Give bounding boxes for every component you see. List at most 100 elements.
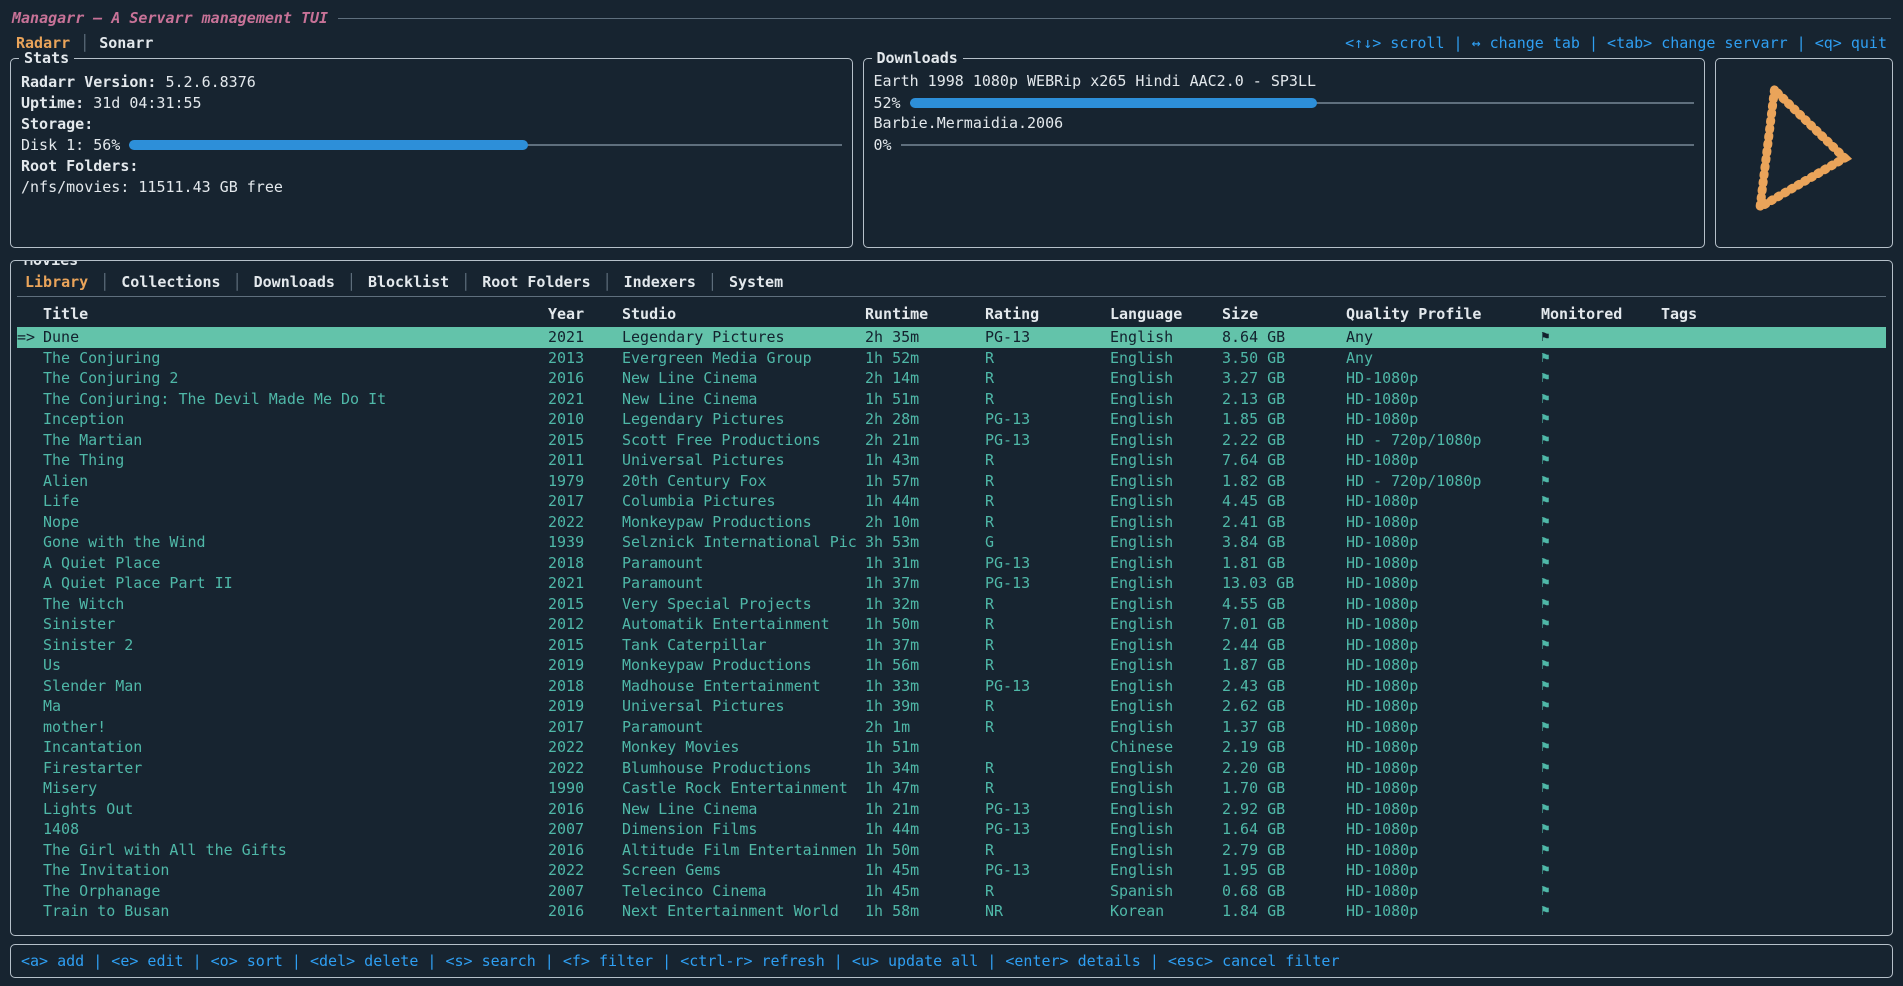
cell-size: 2.19 GB bbox=[1222, 737, 1346, 758]
monitored-flag-icon: ⚑ bbox=[1541, 758, 1661, 779]
table-row[interactable]: Nope2022Monkeypaw Productions2h 10mREngl… bbox=[17, 512, 1886, 533]
column-header-rating: Rating bbox=[985, 305, 1110, 323]
table-row[interactable]: The Conjuring 22016New Line Cinema2h 14m… bbox=[17, 368, 1886, 389]
cell-language: English bbox=[1110, 717, 1222, 738]
cell-size: 1.82 GB bbox=[1222, 471, 1346, 492]
uptime-label: Uptime: bbox=[21, 94, 84, 112]
table-row[interactable]: Sinister2012Automatik Entertainment1h 50… bbox=[17, 614, 1886, 635]
download-progress-row: 0% bbox=[874, 134, 1695, 155]
cell-studio: 20th Century Fox bbox=[622, 471, 865, 492]
cell-quality: HD-1080p bbox=[1346, 655, 1541, 676]
tab-blocklist[interactable]: Blocklist bbox=[368, 273, 449, 291]
cell-title: Misery bbox=[43, 778, 548, 799]
table-row[interactable]: Sinister 22015Tank Caterpillar1h 37mREng… bbox=[17, 635, 1886, 656]
disk-label: Disk 1: 56% bbox=[21, 136, 120, 154]
column-header-title: Title bbox=[43, 305, 548, 323]
table-row[interactable]: The Girl with All the Gifts2016Altitude … bbox=[17, 840, 1886, 861]
cell-studio: Evergreen Media Group bbox=[622, 348, 865, 369]
cell-title: Train to Busan bbox=[43, 901, 548, 922]
cell-studio: Legendary Pictures bbox=[622, 327, 865, 348]
servarr-tab-sonarr[interactable]: Sonarr bbox=[99, 34, 153, 52]
cell-studio: Dimension Films bbox=[622, 819, 865, 840]
cell-language: English bbox=[1110, 594, 1222, 615]
tab-indexers[interactable]: Indexers bbox=[624, 273, 696, 291]
tab-root-folders[interactable]: Root Folders bbox=[482, 273, 590, 291]
root-folders-label: Root Folders: bbox=[21, 157, 138, 175]
cell-size: 1.37 GB bbox=[1222, 717, 1346, 738]
cell-runtime: 2h 21m bbox=[865, 430, 985, 451]
table-row[interactable]: Slender Man2018Madhouse Entertainment1h … bbox=[17, 676, 1886, 697]
cell-quality: HD-1080p bbox=[1346, 881, 1541, 902]
cell-quality: HD-1080p bbox=[1346, 799, 1541, 820]
movies-panel: Movies Library│Collections│Downloads│Blo… bbox=[10, 260, 1893, 936]
table-row[interactable]: The Invitation2022Screen Gems1h 45mPG-13… bbox=[17, 860, 1886, 881]
cell-size: 1.84 GB bbox=[1222, 901, 1346, 922]
cell-language: English bbox=[1110, 348, 1222, 369]
table-row[interactable]: Ma2019Universal Pictures1h 39mREnglish2.… bbox=[17, 696, 1886, 717]
table-row[interactable]: Inception2010Legendary Pictures2h 28mPG-… bbox=[17, 409, 1886, 430]
cell-year: 2013 bbox=[548, 348, 622, 369]
cell-rating: R bbox=[985, 840, 1110, 861]
table-row[interactable]: Misery1990Castle Rock Entertainment1h 47… bbox=[17, 778, 1886, 799]
cell-rating: R bbox=[985, 348, 1110, 369]
tab-downloads[interactable]: Downloads bbox=[254, 273, 335, 291]
cell-rating: PG-13 bbox=[985, 860, 1110, 881]
table-row[interactable]: The Orphanage2007Telecinco Cinema1h 45mR… bbox=[17, 881, 1886, 902]
table-row[interactable]: The Thing2011Universal Pictures1h 43mREn… bbox=[17, 450, 1886, 471]
uptime-line: Uptime: 31d 04:31:55 bbox=[21, 92, 842, 113]
table-row[interactable]: mother!2017Paramount2h 1mREnglish1.37 GB… bbox=[17, 717, 1886, 738]
cell-year: 2016 bbox=[548, 901, 622, 922]
cell-rating: R bbox=[985, 389, 1110, 410]
cell-rating: R bbox=[985, 368, 1110, 389]
cell-rating: PG-13 bbox=[985, 553, 1110, 574]
cell-title: The Witch bbox=[43, 594, 548, 615]
cell-title: The Martian bbox=[43, 430, 548, 451]
table-row[interactable]: Life2017Columbia Pictures1h 44mREnglish4… bbox=[17, 491, 1886, 512]
table-row[interactable]: The Witch2015Very Special Projects1h 32m… bbox=[17, 594, 1886, 615]
cell-quality: HD-1080p bbox=[1346, 409, 1541, 430]
cell-quality: Any bbox=[1346, 348, 1541, 369]
table-row[interactable]: Alien197920th Century Fox1h 57mREnglish1… bbox=[17, 471, 1886, 492]
monitored-flag-icon: ⚑ bbox=[1541, 778, 1661, 799]
table-row[interactable]: A Quiet Place Part II2021Paramount1h 37m… bbox=[17, 573, 1886, 594]
table-row[interactable]: The Conjuring2013Evergreen Media Group1h… bbox=[17, 348, 1886, 369]
cell-runtime: 1h 45m bbox=[865, 881, 985, 902]
table-row[interactable]: Train to Busan2016Next Entertainment Wor… bbox=[17, 901, 1886, 922]
table-row[interactable]: A Quiet Place2018Paramount1h 31mPG-13Eng… bbox=[17, 553, 1886, 574]
tab-library[interactable]: Library bbox=[25, 273, 88, 291]
monitored-flag-icon: ⚑ bbox=[1541, 450, 1661, 471]
context-row: Stats Radarr Version: 5.2.6.8376 Uptime:… bbox=[10, 58, 1893, 248]
cell-rating: R bbox=[985, 635, 1110, 656]
titlebar: Managarr – A Servarr management TUI bbox=[10, 6, 1893, 30]
cell-size: 1.95 GB bbox=[1222, 860, 1346, 881]
cell-title: The Conjuring: The Devil Made Me Do It bbox=[43, 389, 548, 410]
table-row[interactable]: The Martian2015Scott Free Productions2h … bbox=[17, 430, 1886, 451]
cell-year: 2021 bbox=[548, 327, 622, 348]
table-row[interactable]: Gone with the Wind1939Selznick Internati… bbox=[17, 532, 1886, 553]
table-row[interactable]: =>Dune2021Legendary Pictures2h 35mPG-13E… bbox=[17, 327, 1886, 348]
cell-quality: HD-1080p bbox=[1346, 676, 1541, 697]
table-row[interactable]: Us2019Monkeypaw Productions1h 56mREnglis… bbox=[17, 655, 1886, 676]
cell-language: English bbox=[1110, 799, 1222, 820]
monitored-flag-icon: ⚑ bbox=[1541, 553, 1661, 574]
cell-studio: Monkey Movies bbox=[622, 737, 865, 758]
cell-studio: Monkeypaw Productions bbox=[622, 655, 865, 676]
tab-system[interactable]: System bbox=[729, 273, 783, 291]
cell-year: 2018 bbox=[548, 676, 622, 697]
monitored-flag-icon: ⚑ bbox=[1541, 594, 1661, 615]
tab-collections[interactable]: Collections bbox=[121, 273, 220, 291]
table-row[interactable]: Lights Out2016New Line Cinema1h 21mPG-13… bbox=[17, 799, 1886, 820]
cell-quality: HD-1080p bbox=[1346, 635, 1541, 656]
cell-title: Gone with the Wind bbox=[43, 532, 548, 553]
table-row[interactable]: Firestarter2022Blumhouse Productions1h 3… bbox=[17, 758, 1886, 779]
table-row[interactable]: The Conjuring: The Devil Made Me Do It20… bbox=[17, 389, 1886, 410]
cell-size: 2.13 GB bbox=[1222, 389, 1346, 410]
cell-runtime: 3h 53m bbox=[865, 532, 985, 553]
monitored-flag-icon: ⚑ bbox=[1541, 512, 1661, 533]
table-row[interactable]: Incantation2022Monkey Movies1h 51mChines… bbox=[17, 737, 1886, 758]
managarr-app: Managarr – A Servarr management TUI Rada… bbox=[0, 0, 1903, 986]
cell-runtime: 1h 21m bbox=[865, 799, 985, 820]
cell-rating: PG-13 bbox=[985, 676, 1110, 697]
table-row[interactable]: 14082007Dimension Films1h 44mPG-13Englis… bbox=[17, 819, 1886, 840]
cell-rating: R bbox=[985, 471, 1110, 492]
